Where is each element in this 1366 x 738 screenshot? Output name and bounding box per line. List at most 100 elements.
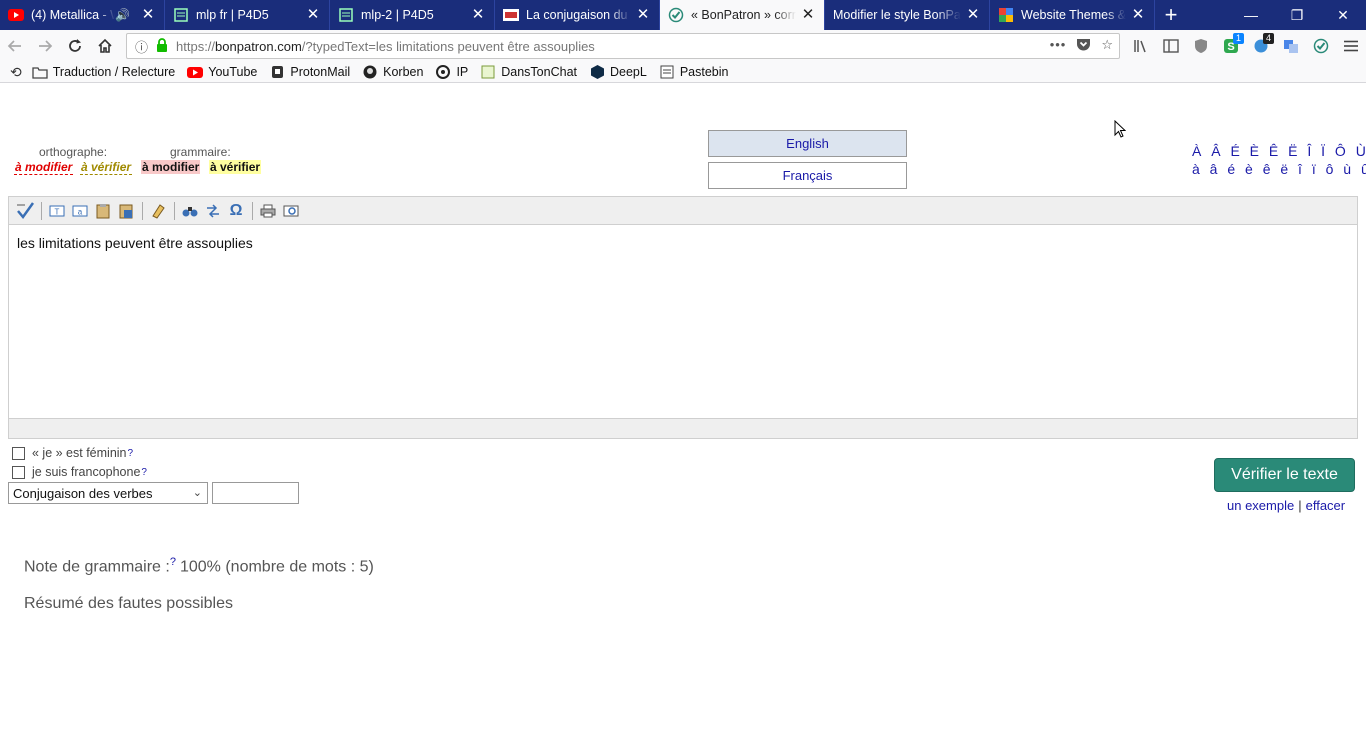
english-button[interactable]: English [708, 130, 907, 157]
example-link[interactable]: un exemple [1227, 498, 1294, 513]
close-window-icon[interactable]: ✕ [1320, 0, 1366, 30]
toolbar-divider [174, 201, 175, 220]
legend-spelling-verify: à vérifier [80, 160, 133, 175]
menu-icon[interactable] [1336, 32, 1366, 60]
library-icon[interactable] [1126, 32, 1156, 60]
ublock-icon[interactable] [1186, 32, 1216, 60]
sidebar-icon[interactable] [1156, 32, 1186, 60]
spellcheck-icon[interactable] [14, 200, 36, 222]
translate-icon[interactable] [1276, 32, 1306, 60]
close-tab-icon[interactable]: ✕ [305, 7, 321, 23]
verify-text-button[interactable]: Vérifier le texte [1214, 458, 1355, 492]
bookmark-korben[interactable]: Korben [362, 65, 423, 79]
tab-title: « BonPatron » corre [691, 8, 796, 22]
close-tab-icon[interactable]: ✕ [965, 7, 981, 23]
conjugation-input[interactable] [212, 482, 299, 504]
url-host: bonpatron.com [215, 38, 302, 54]
extension-badge: 1 [1232, 33, 1244, 44]
home-icon[interactable] [90, 32, 120, 60]
reload-icon[interactable] [60, 32, 90, 60]
uppercase-accents[interactable]: À Â É È Ê Ë Î Ï Ô Ù Û Ü Ç [1192, 143, 1366, 159]
francophone-option[interactable]: je suis francophone? [12, 465, 147, 479]
close-tab-icon[interactable]: ✕ [1130, 7, 1146, 23]
grammar-legend-label: grammaire: [170, 145, 231, 159]
clear-link[interactable]: effacer [1306, 498, 1346, 513]
text-format-icon[interactable]: T [46, 200, 68, 222]
back-icon[interactable] [0, 32, 30, 60]
tab-modifier-style[interactable]: Modifier le style BonPat ✕ [825, 0, 990, 30]
new-tab-icon[interactable]: + [1155, 0, 1187, 30]
close-tab-icon[interactable]: ✕ [800, 7, 816, 23]
text-editor[interactable]: les limitations peuvent être assouplies [8, 225, 1358, 418]
tab-title: La conjugaison du v [526, 8, 631, 22]
bookmark-protonmail[interactable]: ProtonMail [269, 65, 350, 79]
restore-icon[interactable]: ❐ [1274, 0, 1320, 30]
tab-bonpatron[interactable]: « BonPatron » corre ✕ [660, 0, 825, 30]
bonpatron-extension-icon[interactable] [1306, 32, 1336, 60]
conjugaison-icon [503, 7, 519, 23]
special-character-icon[interactable]: Ω [225, 200, 247, 222]
tab-mlp-fr[interactable]: mlp fr | P4D5 ✕ [165, 0, 330, 30]
action-links: un exemple | effacer [1227, 498, 1345, 513]
replace-icon[interactable] [202, 200, 224, 222]
speaker-icon[interactable]: 🔊 [115, 8, 130, 22]
help-link[interactable]: ? [141, 467, 147, 478]
text-style-icon[interactable]: a [69, 200, 91, 222]
bookmark-pastebin[interactable]: Pastebin [659, 65, 729, 79]
score-label: Note de grammaire : [24, 558, 170, 576]
close-tab-icon[interactable]: ✕ [470, 7, 486, 23]
forward-icon[interactable] [30, 32, 60, 60]
feminine-checkbox[interactable] [12, 446, 25, 460]
bookmark-youtube[interactable]: YouTube [187, 65, 257, 79]
minimize-icon[interactable]: — [1228, 0, 1274, 30]
page-icon [338, 7, 354, 23]
danstonchat-icon [480, 65, 496, 79]
history-icon[interactable]: ⟲ [10, 64, 22, 81]
deepl-icon [589, 65, 605, 79]
tab-website-themes[interactable]: Website Themes & ✕ [990, 0, 1155, 30]
pocket-icon[interactable] [1076, 37, 1091, 54]
bookmark-deepl[interactable]: DeepL [589, 65, 647, 79]
bookmark-label: Korben [383, 65, 424, 79]
toolbar-divider [41, 201, 42, 220]
toolbar-divider [252, 201, 253, 220]
paste-word-icon[interactable] [115, 200, 137, 222]
bookmarks-toolbar: ⟲ Traduction / Relecture YouTube ProtonM… [0, 62, 1366, 83]
page-actions-icon[interactable]: ••• [1050, 37, 1067, 54]
svg-text:T: T [55, 207, 60, 216]
score-help-link[interactable]: ? [170, 556, 176, 568]
notifications-extension-icon[interactable]: 4 [1246, 32, 1276, 60]
bookmark-star-icon[interactable]: ☆ [1101, 37, 1113, 54]
tab-metallica[interactable]: (4) Metallica - W 🔊 ✕ [0, 0, 165, 30]
bookmark-label: Traduction / Relecture [52, 65, 176, 79]
tab-title: Modifier le style BonPat [833, 8, 961, 22]
francophone-checkbox[interactable] [12, 465, 25, 479]
print-icon[interactable] [257, 200, 279, 222]
preview-icon[interactable] [280, 200, 302, 222]
extension-s-icon[interactable]: S 1 [1216, 32, 1246, 60]
bookmark-ip[interactable]: IP [435, 65, 468, 79]
help-link[interactable]: ? [128, 448, 134, 459]
folder-icon [32, 65, 48, 79]
find-icon[interactable] [179, 200, 201, 222]
paste-icon[interactable] [92, 200, 114, 222]
feminine-option[interactable]: « je » est féminin? [12, 446, 133, 460]
close-tab-icon[interactable]: ✕ [635, 7, 651, 23]
bookmark-danstonchat[interactable]: DansTonChat [480, 65, 577, 79]
eraser-icon[interactable] [147, 200, 169, 222]
bookmark-label: Pastebin [679, 65, 729, 79]
lowercase-accents[interactable]: à â é è ê ë î ï ô ù û ü ç [1192, 161, 1366, 177]
korben-icon [362, 65, 378, 79]
conjugation-select[interactable]: Conjugaison des verbes ⌄ [8, 482, 208, 504]
tab-strip: (4) Metallica - W 🔊 ✕ mlp fr | P4D5 ✕ ml… [0, 0, 1366, 30]
bookmark-traduction[interactable]: Traduction / Relecture [32, 65, 176, 79]
close-tab-icon[interactable]: ✕ [140, 7, 156, 23]
french-button[interactable]: Français [708, 162, 907, 189]
legend-grammar-modify: à modifier [141, 160, 201, 174]
themes-icon [998, 7, 1014, 23]
francophone-label: je suis francophone [32, 465, 141, 479]
tab-conjugaison[interactable]: La conjugaison du v ✕ [495, 0, 660, 30]
info-icon[interactable]: ⓘ [135, 37, 148, 56]
url-bar[interactable]: ⓘ https://bonpatron.com/?typedText=les l… [126, 33, 1120, 59]
tab-mlp-2[interactable]: mlp-2 | P4D5 ✕ [330, 0, 495, 30]
